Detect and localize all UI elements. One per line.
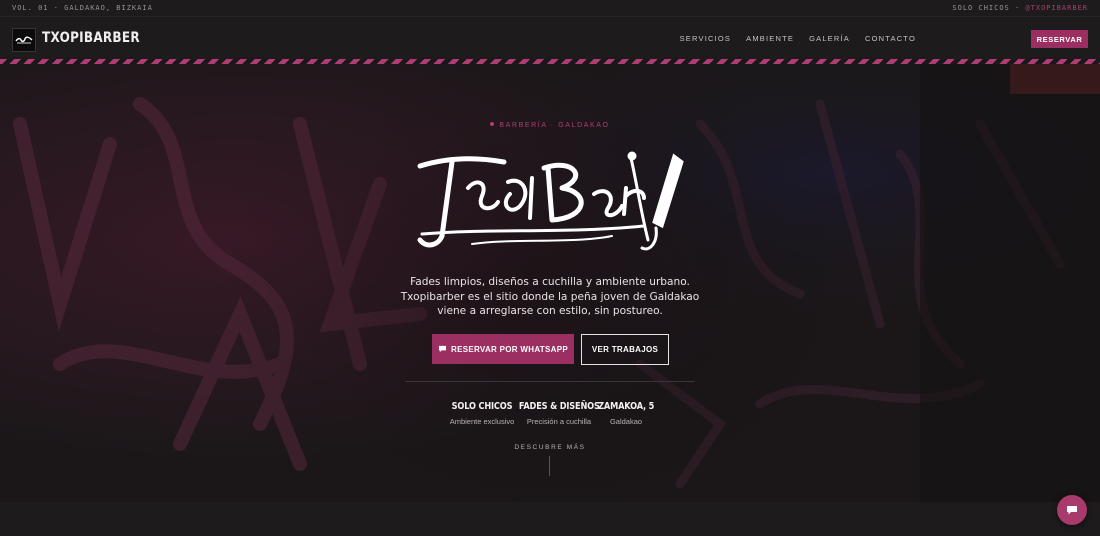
edition-location-text: VOL. 01 · GALDAKAO, BIZKAIA <box>12 4 153 12</box>
nav-link-servicios[interactable]: SERVICIOS <box>680 34 732 43</box>
stat-subtitle: Galdakao <box>609 417 643 426</box>
view-work-button[interactable]: VER TRABAJOS <box>581 334 669 365</box>
top-right-text: SOLO CHICOS · @TXOPIBARBER <box>952 4 1088 12</box>
chat-bubble-icon <box>1067 506 1077 515</box>
chat-fab-button[interactable] <box>1057 495 1087 525</box>
razor-icon <box>627 151 684 251</box>
main-navbar: TXOPIBARBER SERVICIOS AMBIENTE GALERÍA C… <box>0 17 1100 59</box>
nav-link-ambiente[interactable]: AMBIENTE <box>746 34 794 43</box>
discover-more-link[interactable]: DESCUBRE MÁS <box>0 444 1100 451</box>
dot-icon <box>490 122 495 126</box>
scroll-indicator <box>549 456 550 476</box>
hero-eyebrow: BARBERÍA · GALDAKAO <box>0 122 1100 129</box>
hero-eyebrow-text: BARBERÍA · GALDAKAO <box>499 122 610 129</box>
whatsapp-reserve-button[interactable]: RESERVAR POR WHATSAPP <box>432 334 574 364</box>
chat-bubble-icon <box>438 345 447 353</box>
instagram-handle-link[interactable]: @TXOPIBARBER <box>1025 4 1088 12</box>
txopibarber-script-logo <box>417 151 684 251</box>
stat-title: SOLO CHICOS <box>451 401 513 412</box>
top-info-bar: VOL. 01 · GALDAKAO, BIZKAIA SOLO CHICOS … <box>0 0 1100 17</box>
nav-link-galeria[interactable]: GALERÍA <box>809 34 850 43</box>
hero-description: Fades limpios, diseños a cuchilla y ambi… <box>400 276 700 318</box>
brand-name[interactable]: TXOPIBARBER <box>42 30 140 46</box>
audience-text: SOLO CHICOS · <box>952 4 1026 12</box>
reserve-button[interactable]: RESERVAR <box>1031 30 1088 48</box>
stat-title: ZAMAKOA, 5 <box>597 401 655 412</box>
brand-logo-icon[interactable] <box>12 28 36 52</box>
hero-section: BARBERÍA · GALDAKAO Fades limpios, diseñ… <box>0 64 1100 502</box>
nav-links: SERVICIOS AMBIENTE GALERÍA CONTACTO <box>680 34 916 43</box>
stat-item: ZAMAKOA, 5 Galdakao <box>576 396 676 426</box>
whatsapp-reserve-label: RESERVAR POR WHATSAPP <box>451 344 568 354</box>
hero-divider <box>405 381 695 382</box>
nav-link-contacto[interactable]: CONTACTO <box>865 34 916 43</box>
next-section <box>0 502 1100 536</box>
